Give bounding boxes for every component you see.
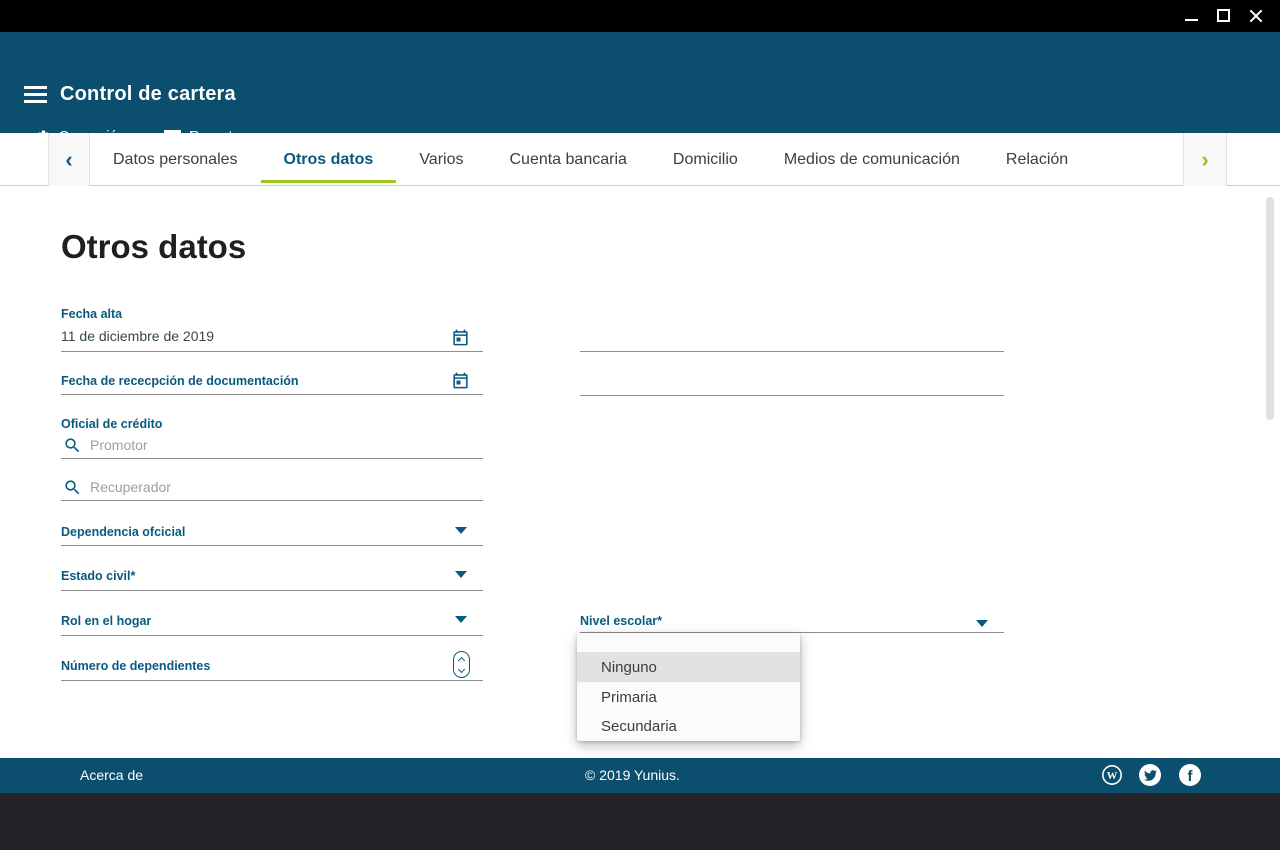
dependencia-oficial-label: Dependencia ofcicial xyxy=(61,525,185,539)
page-title: Otros datos xyxy=(61,228,246,266)
form-content: Otros datos Fecha alta Fecha de rececpci… xyxy=(0,186,1280,758)
dropdown-option-secundaria[interactable]: Secundaria xyxy=(577,712,800,741)
window-titlebar xyxy=(0,0,1280,32)
about-link[interactable]: Acerca de xyxy=(80,767,143,783)
dependencia-oficial-select[interactable] xyxy=(61,545,483,546)
close-icon[interactable] xyxy=(1248,8,1264,24)
chevron-left-icon: ‹ xyxy=(65,147,72,173)
twitter-icon[interactable] xyxy=(1139,764,1161,786)
field-underline xyxy=(61,458,483,459)
oficial-credito-label: Oficial de crédito xyxy=(61,417,162,431)
tabs-next-button[interactable]: › xyxy=(1183,133,1227,186)
tab-relacion[interactable]: Relación xyxy=(983,133,1091,186)
dropdown-option-primaria[interactable]: Primaria xyxy=(577,682,800,712)
calendar-icon[interactable] xyxy=(451,371,470,395)
field-underline xyxy=(61,500,483,501)
dropdown-arrow-icon[interactable] xyxy=(455,571,467,578)
facebook-icon[interactable]: f xyxy=(1179,764,1201,786)
menu-icon[interactable] xyxy=(24,86,47,103)
rol-hogar-select[interactable] xyxy=(61,635,483,636)
search-icon xyxy=(63,478,82,502)
field-underline xyxy=(61,680,483,681)
caret-up-icon xyxy=(458,656,465,663)
field-underline xyxy=(61,394,483,395)
nivel-escolar-dropdown: Ninguno Primaria Secundaria xyxy=(577,633,800,741)
minimize-icon[interactable] xyxy=(1185,19,1198,21)
maximize-icon[interactable] xyxy=(1217,9,1230,22)
field-underline xyxy=(580,351,1004,352)
tab-medios-comunicacion[interactable]: Medios de comunicación xyxy=(761,133,983,186)
wordpress-icon[interactable]: W xyxy=(1101,764,1123,786)
recuperador-search-input[interactable] xyxy=(90,479,430,495)
estado-civil-label: Estado civil* xyxy=(61,569,135,583)
app-title: Control de cartera xyxy=(60,83,236,106)
extra-field-1[interactable] xyxy=(580,328,980,344)
extra-field-2[interactable] xyxy=(580,372,980,388)
calendar-icon[interactable] xyxy=(451,328,470,352)
dropdown-option-ninguno[interactable]: Ninguno xyxy=(577,652,800,682)
tab-otros-datos[interactable]: Otros datos xyxy=(261,133,397,186)
promotor-search-input[interactable] xyxy=(90,437,430,453)
fecha-alta-label: Fecha alta xyxy=(61,307,122,321)
numero-dependientes-label: Número de dependientes xyxy=(61,659,210,673)
field-underline xyxy=(61,351,483,352)
chevron-right-icon: › xyxy=(1201,147,1208,173)
search-icon xyxy=(63,436,82,460)
tab-domicilio[interactable]: Domicilio xyxy=(650,133,761,186)
rol-hogar-label: Rol en el hogar xyxy=(61,614,151,628)
dropdown-arrow-icon[interactable] xyxy=(455,527,467,534)
tab-varios[interactable]: Varios xyxy=(396,133,486,186)
field-underline xyxy=(580,395,1004,396)
caret-down-icon xyxy=(458,665,465,672)
scrollbar-thumb[interactable] xyxy=(1266,197,1274,420)
tab-datos-personales[interactable]: Datos personales xyxy=(90,133,261,186)
tab-cuenta-bancaria[interactable]: Cuenta bancaria xyxy=(486,133,649,186)
dropdown-arrow-icon[interactable] xyxy=(455,616,467,623)
copyright-text: © 2019 Yunius. xyxy=(585,767,680,783)
screen: Control de cartera Operación Reportes ‹ … xyxy=(0,0,1280,850)
tabs-strip: Datos personales Otros datos Varios Cuen… xyxy=(90,133,1183,186)
svg-text:W: W xyxy=(1107,771,1118,782)
fecha-alta-input[interactable] xyxy=(61,328,431,344)
nivel-escolar-label: Nivel escolar* xyxy=(580,614,662,628)
app-header: Control de cartera Operación Reportes xyxy=(0,32,1280,133)
fecha-recepcion-label: Fecha de rececpción de documentación xyxy=(61,374,299,388)
page-footer: Acerca de © 2019 Yunius. W f xyxy=(0,758,1280,793)
section-tabbar: ‹ Datos personales Otros datos Varios Cu… xyxy=(0,133,1280,186)
estado-civil-select[interactable] xyxy=(61,590,483,591)
dropdown-option-blank[interactable] xyxy=(577,633,800,652)
tabs-prev-button[interactable]: ‹ xyxy=(48,133,90,186)
dropdown-arrow-icon[interactable] xyxy=(976,620,988,627)
taskbar: G 12:32 PM xyxy=(0,793,1280,850)
number-stepper[interactable] xyxy=(453,651,470,678)
